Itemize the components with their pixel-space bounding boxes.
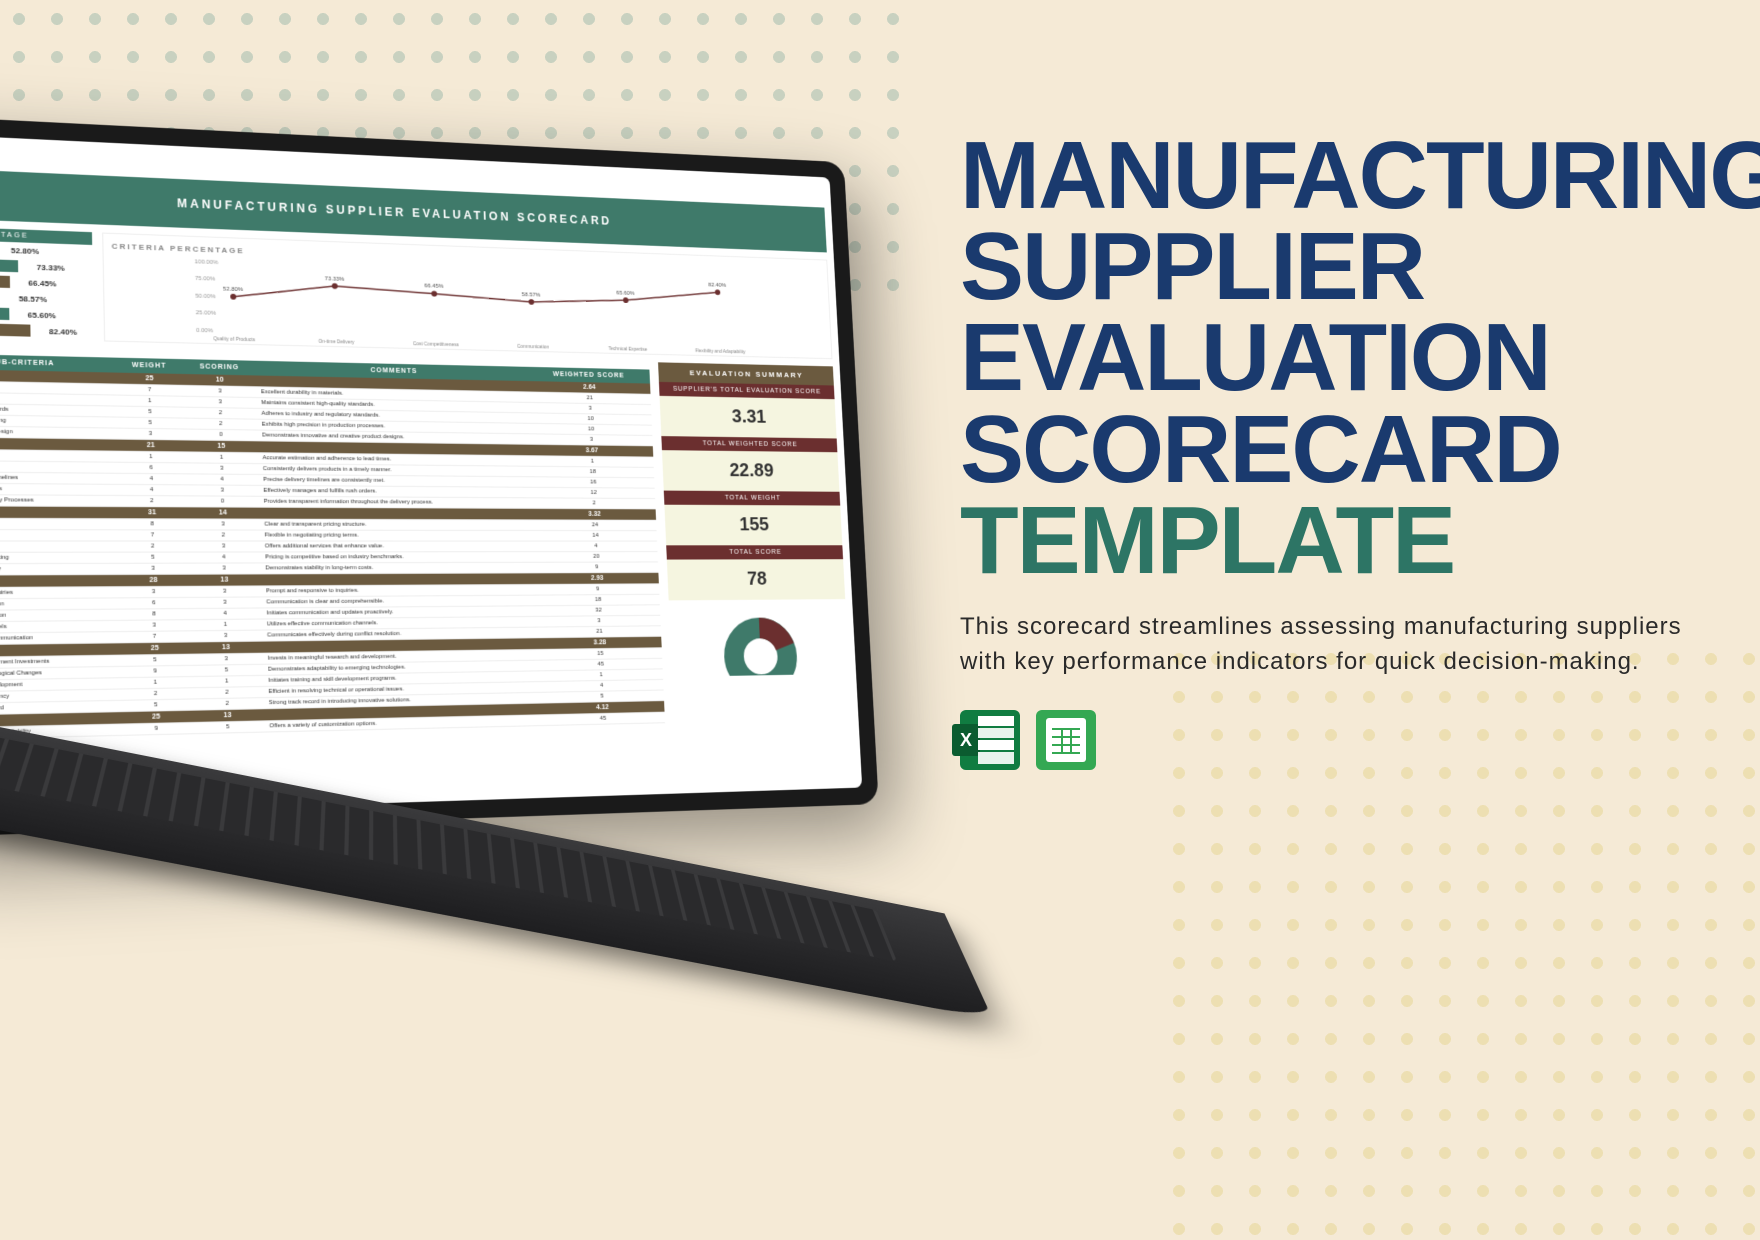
criteria-percentage-label: 66.45% [10,277,57,287]
donut-chart-icon [669,599,850,677]
template-screen: MANUFACTURING SUPPLIER EVALUATION SCOREC… [0,133,862,818]
laptop-mockup: MANUFACTURING SUPPLIER EVALUATION SCOREC… [0,120,980,1120]
title-line-4: SCORECARD [960,404,1700,495]
criteria-percentage-label: 73.33% [18,262,65,273]
svg-text:100.00%: 100.00% [195,259,219,266]
title-line-1: MANUFACTURING [960,130,1700,221]
table-row: Negotiation Flexibility72Flexible in neg… [0,530,657,542]
laptop-bezel: MANUFACTURING SUPPLIER EVALUATION SCOREC… [0,115,879,839]
criteria-percentage-label: 82.40% [30,326,77,336]
svg-text:0.00%: 0.00% [196,328,214,334]
summary-value: 3.31 [660,396,837,439]
svg-text:82.40%: 82.40% [708,283,727,289]
summary-label: TOTAL SCORE [666,545,843,559]
app-icons-row [960,710,1700,770]
summary-value: 22.89 [662,450,840,492]
promo-text-block: MANUFACTURING SUPPLIER EVALUATION SCOREC… [960,130,1700,770]
title-line-2: SUPPLIER [960,221,1700,312]
table-header-cell: SCORING [182,359,256,375]
table-header-cell: WEIGHT [116,358,183,374]
title-line-3: EVALUATION [960,312,1700,403]
svg-text:52.80%: 52.80% [223,287,244,294]
svg-text:Technical Expertise: Technical Expertise [608,346,647,353]
svg-text:66.45%: 66.45% [424,284,444,290]
scorecard-table-wrap: SUB-CRITERIAWEIGHTSCORINGCOMMENTSWEIGHTE… [0,345,665,740]
svg-text:25.00%: 25.00% [196,311,217,318]
criteria-percentage-label: 58.57% [0,293,47,303]
svg-text:Cost Competitiveness: Cost Competitiveness [413,341,460,348]
svg-text:Communication: Communication [517,344,549,351]
summary-value: 78 [667,559,845,600]
criteria-bars-panel: ERIA PERCENTAGE 52.80%73.33%66.45%58.57%… [0,226,94,341]
scorecard-table: SUB-CRITERIAWEIGHTSCORINGCOMMENTSWEIGHTE… [0,353,665,740]
criteria-line-chart: CRITERIA PERCENTAGE 0.00%25.00%50.00%75.… [102,233,832,360]
google-sheets-icon [1036,710,1096,770]
svg-text:73.33%: 73.33% [325,276,346,283]
svg-text:Quality of Products: Quality of Products [213,336,256,343]
svg-text:58.57%: 58.57% [522,292,542,298]
promo-title: MANUFACTURING SUPPLIER EVALUATION SCOREC… [960,130,1700,586]
criteria-bar [0,257,18,272]
svg-text:65.60%: 65.60% [616,291,635,297]
criteria-bar [0,273,10,288]
evaluation-summary-panel: EVALUATION SUMMARY SUPPLIER'S TOTAL EVAL… [658,362,852,723]
promo-description: This scorecard streamlines assessing man… [960,610,1700,680]
criteria-bar [0,306,9,320]
svg-text:On-time Delivery: On-time Delivery [318,339,355,346]
summary-value: 155 [664,505,842,546]
table-row: Pricing Structure Clarity83Clear and tra… [0,518,657,531]
excel-icon [960,710,1020,770]
title-template-word: TEMPLATE [960,495,1700,586]
svg-text:50.00%: 50.00% [195,294,216,301]
summary-label: TOTAL WEIGHT [664,491,840,506]
criteria-percentage-label: 52.80% [0,245,39,256]
criteria-bar [0,322,30,337]
criteria-percentage-label: 65.60% [9,309,56,319]
svg-text:Flexibility and Adaptability: Flexibility and Adaptability [695,348,746,355]
svg-text:75.00%: 75.00% [195,276,216,283]
